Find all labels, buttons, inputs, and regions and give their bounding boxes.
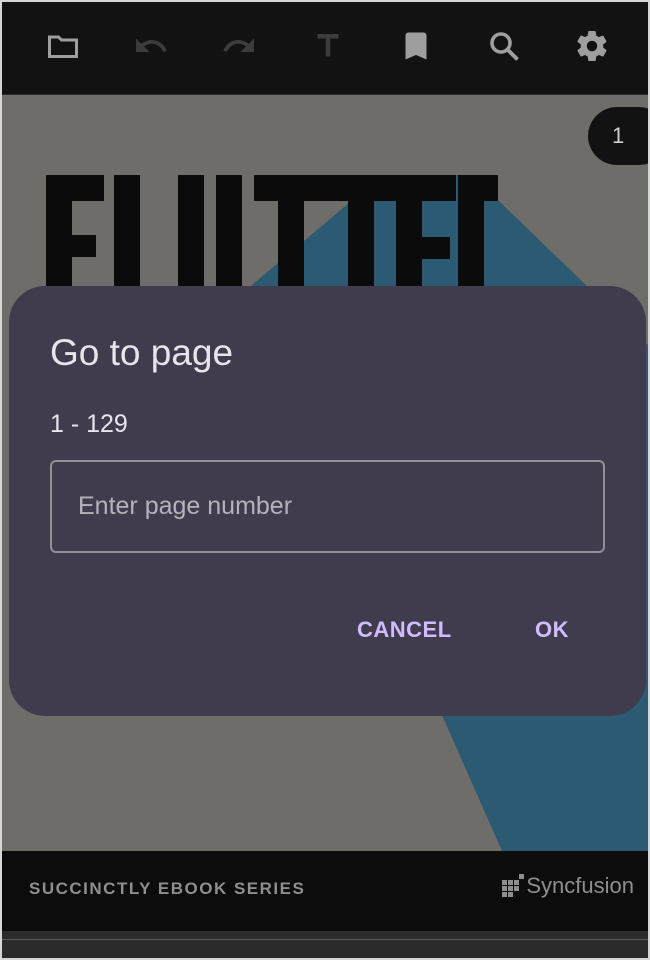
bookmark-icon: [405, 32, 427, 60]
redo-icon: [223, 38, 254, 52]
folder-icon: [48, 35, 78, 58]
pdf-viewer-window: 1 SUCCINCTLY EBOOK SERIES Syncfusion Go …: [0, 0, 650, 960]
undo-button[interactable]: [127, 22, 175, 70]
ok-button[interactable]: OK: [535, 617, 569, 643]
page-number-input[interactable]: [50, 460, 605, 553]
brand-logo: Syncfusion: [502, 873, 634, 899]
top-toolbar: [2, 2, 648, 95]
text-icon: [317, 34, 339, 57]
page-number-indicator[interactable]: 1: [588, 107, 648, 165]
cancel-button[interactable]: CANCEL: [357, 617, 452, 643]
search-button[interactable]: [480, 22, 528, 70]
syncfusion-logo-icon: [502, 874, 525, 897]
undo-icon: [136, 38, 167, 52]
cover-footer: SUCCINCTLY EBOOK SERIES Syncfusion: [2, 851, 648, 931]
open-file-button[interactable]: [39, 22, 87, 70]
settings-icon: [577, 31, 607, 62]
brand-name: Syncfusion: [526, 873, 634, 898]
go-to-page-dialog: Go to page 1 - 129 CANCEL OK: [9, 286, 646, 716]
dialog-title: Go to page: [50, 332, 234, 373]
next-page-edge: [2, 931, 648, 958]
text-markup-button[interactable]: [304, 22, 352, 70]
page-range-label: 1 - 129: [50, 410, 128, 438]
redo-button[interactable]: [215, 22, 263, 70]
settings-button[interactable]: [568, 22, 616, 70]
bookmark-button[interactable]: [392, 22, 440, 70]
search-icon: [490, 32, 519, 61]
series-label: SUCCINCTLY EBOOK SERIES: [29, 879, 306, 898]
